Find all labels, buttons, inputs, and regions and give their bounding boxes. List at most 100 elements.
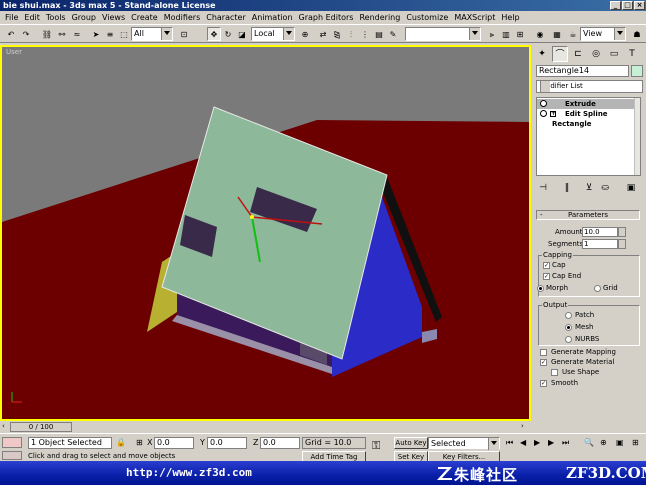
- stack-item-rectangle[interactable]: Rectangle: [537, 119, 640, 129]
- select-scale-icon[interactable]: ◪: [235, 27, 249, 41]
- tab-motion-icon[interactable]: ◎: [588, 46, 604, 62]
- unlink-icon[interactable]: ⚯: [55, 27, 69, 41]
- close-button[interactable]: ×: [634, 1, 645, 10]
- y-coordinate[interactable]: 0.0: [207, 437, 247, 449]
- key-mode-icon[interactable]: ⚿: [372, 440, 380, 451]
- tab-create-icon[interactable]: ✦: [534, 46, 550, 62]
- link-icon[interactable]: ⛓: [40, 27, 54, 41]
- redo-icon[interactable]: ↷: [19, 27, 33, 41]
- time-slider[interactable]: ‹ 0 / 100 ›: [0, 421, 531, 433]
- track-view-icon[interactable]: ▥: [499, 27, 513, 41]
- menu-edit[interactable]: Edit: [21, 11, 43, 24]
- menu-create[interactable]: Create: [128, 11, 161, 24]
- select-arrow-icon[interactable]: ➤: [89, 27, 103, 41]
- stack-item-extrude[interactable]: Extrude: [537, 99, 640, 109]
- expand-icon[interactable]: +: [550, 111, 556, 117]
- mesh-radio[interactable]: [565, 324, 572, 331]
- next-key-icon[interactable]: ▶: [548, 438, 554, 448]
- object-color-swatch[interactable]: [631, 65, 643, 77]
- reference-coord-dropdown[interactable]: Local: [251, 27, 295, 41]
- zoom-extents-icon[interactable]: ▣: [616, 438, 624, 448]
- minimize-button[interactable]: _: [610, 1, 621, 10]
- zoom-all-icon[interactable]: ⊕: [600, 438, 607, 448]
- undo-icon[interactable]: ↶: [4, 27, 18, 41]
- show-end-result-icon[interactable]: ‖: [560, 181, 574, 195]
- stack-item-edit-spline[interactable]: + Edit Spline: [537, 109, 640, 119]
- next-frame-icon[interactable]: ›: [521, 422, 524, 430]
- select-move-icon[interactable]: ✥: [207, 27, 221, 41]
- layer-icon[interactable]: ▤: [372, 27, 386, 41]
- absolute-mode-icon[interactable]: ⊞: [136, 438, 143, 448]
- schematic-view-icon[interactable]: ⊞: [513, 27, 527, 41]
- configure-sets-icon[interactable]: ▣: [624, 181, 638, 195]
- remove-modifier-icon[interactable]: ⛀: [598, 181, 612, 195]
- bind-space-warp-icon[interactable]: ≈: [70, 27, 84, 41]
- z-coordinate[interactable]: 0.0: [260, 437, 300, 449]
- render-type-dropdown[interactable]: View: [580, 27, 626, 41]
- menu-rendering[interactable]: Rendering: [356, 11, 403, 24]
- morph-radio[interactable]: [537, 285, 544, 292]
- tab-hierarchy-icon[interactable]: ⊏: [570, 46, 586, 62]
- spacing-icon[interactable]: ⋮: [358, 27, 372, 41]
- menu-file[interactable]: File: [2, 11, 21, 24]
- render-scene-icon[interactable]: ▦: [550, 27, 564, 41]
- bulb-icon[interactable]: [540, 100, 547, 107]
- parameters-rollout-header[interactable]: - Parameters: [536, 210, 640, 220]
- pivot-center-icon[interactable]: ⊕: [298, 27, 312, 41]
- select-by-name-icon[interactable]: ≡: [103, 27, 117, 41]
- quick-render-teapot-icon[interactable]: ☗: [630, 27, 644, 41]
- patch-radio[interactable]: [565, 312, 572, 319]
- stack-scrollbar[interactable]: [634, 98, 640, 175]
- menu-modifiers[interactable]: Modifiers: [161, 11, 204, 24]
- menu-animation[interactable]: Animation: [249, 11, 296, 24]
- user-viewport[interactable]: User: [0, 45, 531, 421]
- cap-start-checkbox[interactable]: ✓: [543, 262, 550, 269]
- tab-modify-icon[interactable]: ⌒: [552, 46, 568, 62]
- auto-key-button[interactable]: Auto Key: [394, 437, 428, 449]
- align-icon[interactable]: ⫶: [344, 27, 358, 41]
- pin-stack-icon[interactable]: ⊣: [536, 181, 550, 195]
- window-crossing-icon[interactable]: ⊡: [177, 27, 191, 41]
- object-name-field[interactable]: Rectangle14: [536, 65, 629, 77]
- menu-maxscript[interactable]: MAXScript: [451, 11, 498, 24]
- menu-group[interactable]: Group: [69, 11, 99, 24]
- menu-views[interactable]: Views: [99, 11, 128, 24]
- mirror-icon[interactable]: ⧎: [330, 27, 344, 41]
- generate-material-checkbox[interactable]: ✓: [540, 359, 547, 366]
- maxscript-mini-listener[interactable]: [2, 451, 22, 460]
- selection-filter-dropdown[interactable]: All: [131, 27, 173, 41]
- maxscript-listener[interactable]: [2, 437, 22, 448]
- menu-graph-editors[interactable]: Graph Editors: [296, 11, 357, 24]
- use-shape-checkbox[interactable]: [551, 369, 558, 376]
- rect-region-icon[interactable]: ⬚: [117, 27, 131, 41]
- x-coordinate[interactable]: 0.0: [154, 437, 194, 449]
- modifier-list-dropdown[interactable]: Modifier List: [536, 80, 643, 93]
- tab-display-icon[interactable]: ▭: [606, 46, 622, 62]
- amount-spinner[interactable]: 10.0: [582, 227, 626, 237]
- viewport-label[interactable]: User: [6, 48, 22, 56]
- menu-tools[interactable]: Tools: [43, 11, 69, 24]
- play-icon[interactable]: ▶: [534, 438, 540, 448]
- material-editor-icon[interactable]: ◉: [533, 27, 547, 41]
- go-to-end-icon[interactable]: ⏭: [562, 438, 569, 448]
- quick-render-icon[interactable]: ☕: [566, 27, 580, 41]
- axis-constraint-icon[interactable]: ⇄: [316, 27, 330, 41]
- generate-mapping-checkbox[interactable]: [540, 349, 547, 356]
- grid-radio[interactable]: [594, 285, 601, 292]
- key-set-dropdown[interactable]: Selected: [428, 437, 500, 450]
- prev-key-icon[interactable]: ◀: [520, 438, 526, 448]
- prev-frame-icon[interactable]: ‹: [2, 422, 5, 430]
- smooth-checkbox[interactable]: ✓: [540, 380, 547, 387]
- named-selection-icon[interactable]: ✎: [386, 27, 400, 41]
- menu-customize[interactable]: Customize: [403, 11, 451, 24]
- nurbs-radio[interactable]: [565, 336, 572, 343]
- bulb-icon[interactable]: [540, 110, 547, 117]
- time-slider-thumb[interactable]: 0 / 100: [10, 422, 72, 432]
- menu-character[interactable]: Character: [203, 11, 249, 24]
- go-to-start-icon[interactable]: ⏮: [506, 438, 513, 448]
- zoom-icon[interactable]: 🔍: [584, 438, 594, 448]
- lock-selection-icon[interactable]: 🔒: [116, 438, 126, 448]
- tab-utilities-icon[interactable]: T: [624, 46, 640, 62]
- named-selection-dropdown[interactable]: [405, 27, 481, 41]
- make-unique-icon[interactable]: ⊻: [582, 181, 596, 195]
